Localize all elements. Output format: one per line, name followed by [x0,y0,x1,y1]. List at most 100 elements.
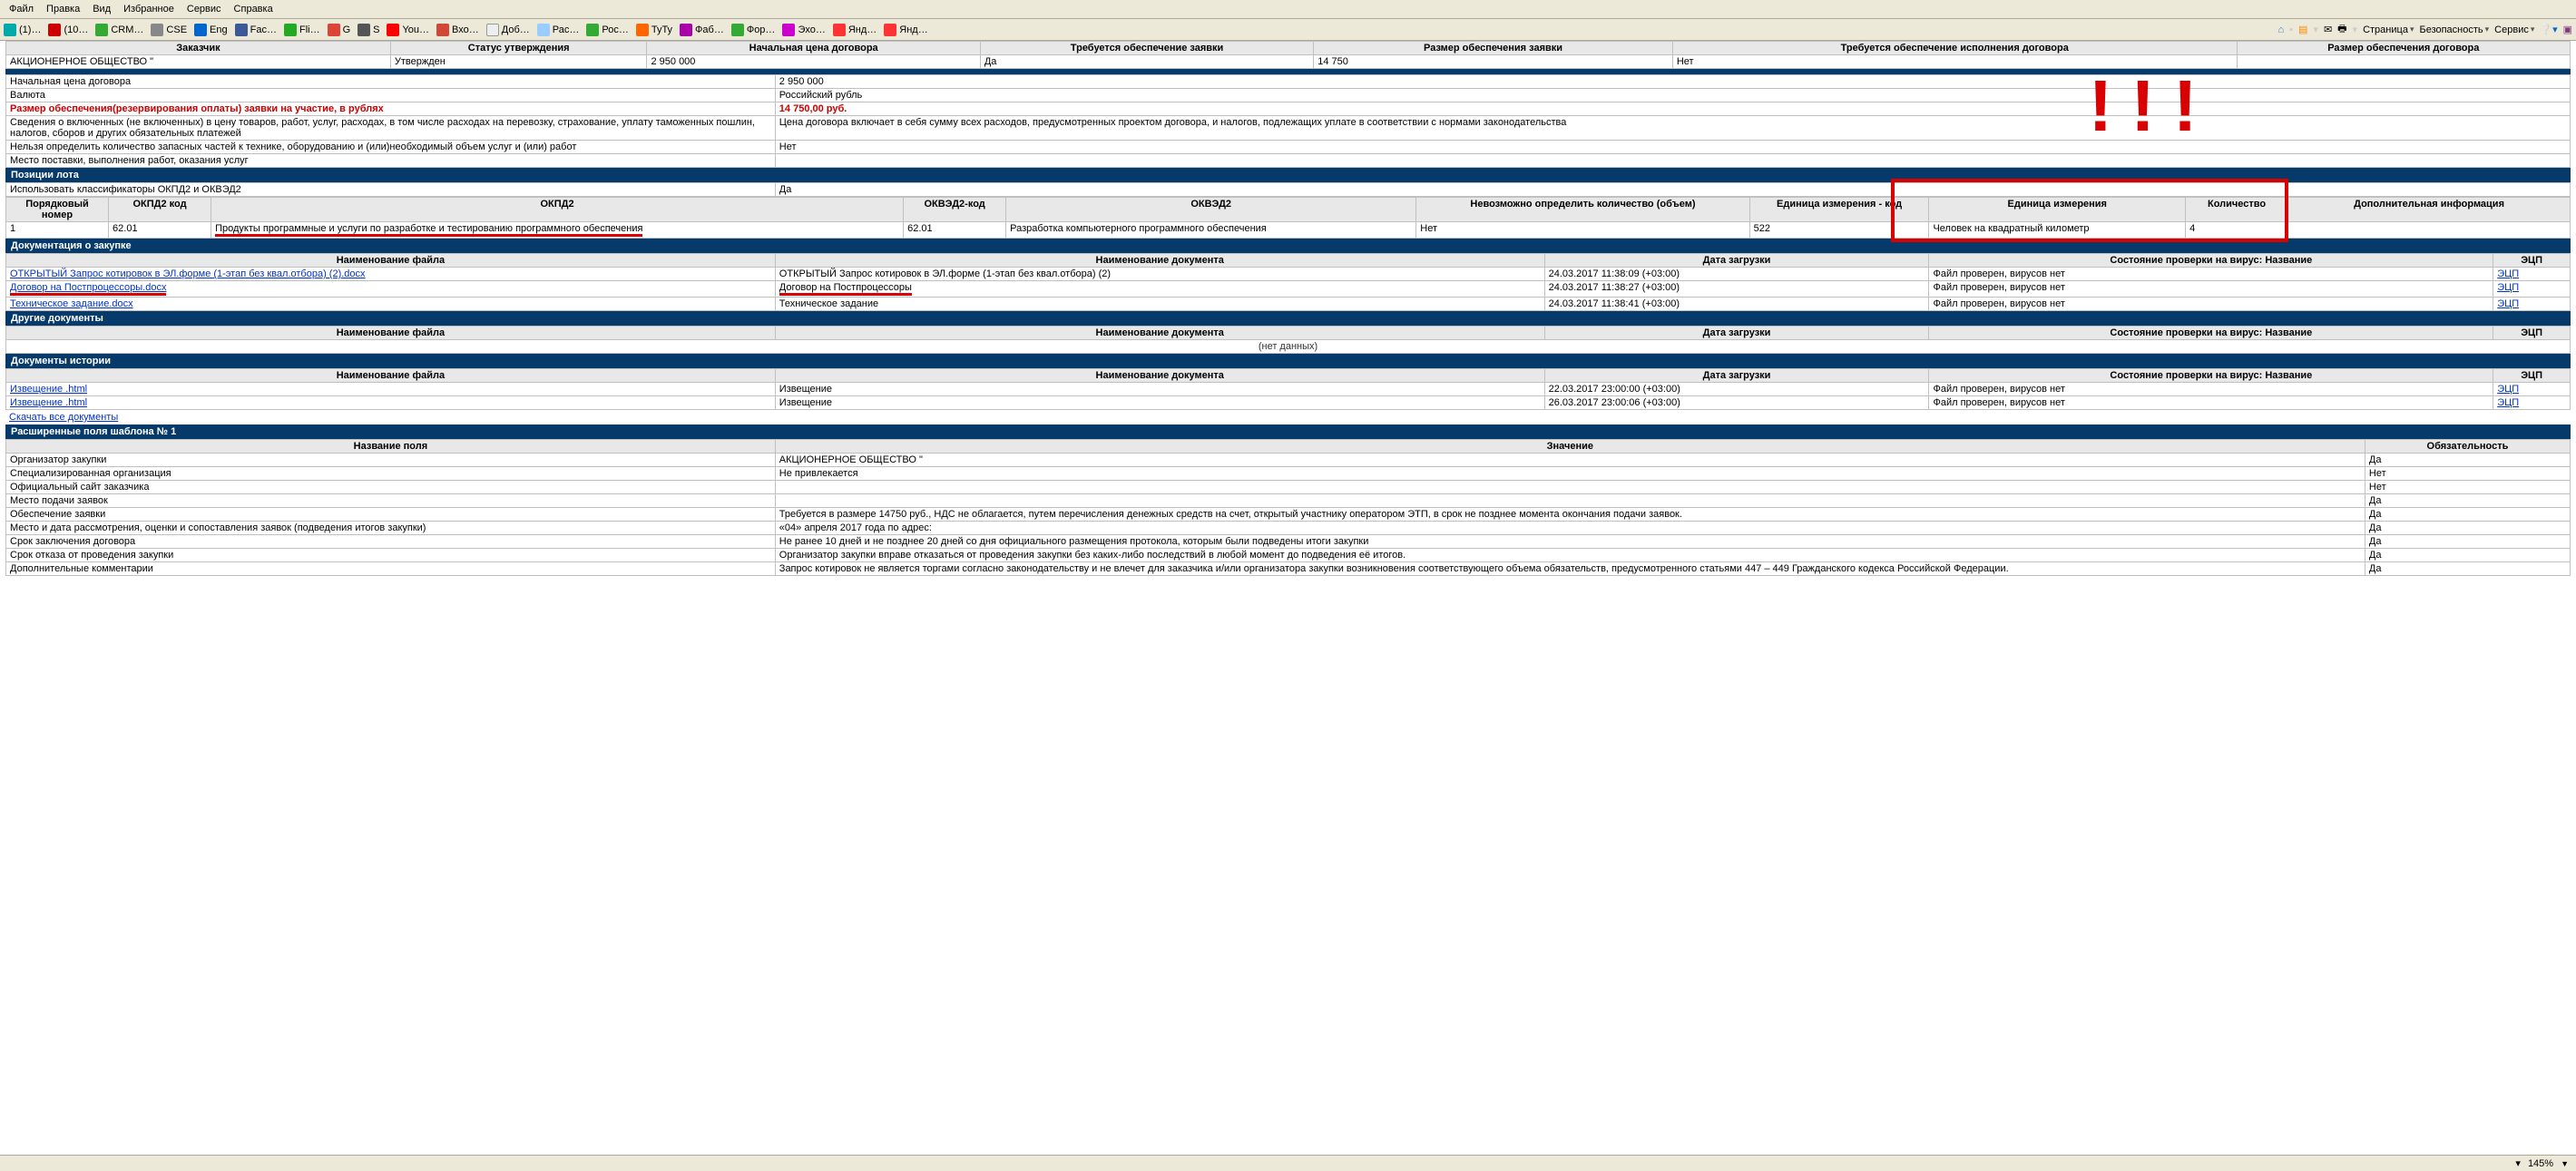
fav-item[interactable]: Янд… [884,24,927,36]
red-1-icon [48,24,61,36]
doc-link[interactable]: Договор на Постпроцессоры.docx [10,282,166,296]
menu-favorites[interactable]: Избранное [118,2,180,16]
details-value: Российский рубль [775,89,2570,102]
forum-icon [731,24,744,36]
lot-col-ord: Порядковый номер [6,198,109,222]
ext-col-required: Обязательность [2365,440,2570,454]
lot-cell-unit-code: 522 [1749,222,1929,239]
menu-view[interactable]: Вид [87,2,116,16]
doc-link[interactable]: Извещение .html [10,384,87,395]
doc-date-cell: 24.03.2017 11:38:27 (+03:00) [1544,281,1929,298]
rss-icon[interactable]: ▤ [2298,24,2307,35]
classifiers-value: Да [775,183,2570,197]
zoom-down-icon[interactable]: ▾ [2515,1157,2521,1169]
lot-col-unit-code: Единица измерения - код [1749,198,1929,222]
cell-bid-sec-req: Да [980,55,1313,69]
fav-item[interactable]: Эхо… [782,24,825,36]
ecp-link[interactable]: ЭЦП [2497,397,2519,408]
details-value [775,154,2570,168]
page-content: Заказчик Статус утверждения Начальная це… [0,41,2576,612]
ext-col-value: Значение [775,440,2365,454]
fav-item[interactable]: Янд… [833,24,877,36]
lot-col-okved2-code: ОКВЭД2-код [904,198,1006,222]
mail-icon[interactable]: ✉ [2324,24,2332,35]
fav-item[interactable]: Доб… [486,24,530,36]
table-row: Место подачи заявокДа [6,494,2571,508]
lot-cell-qty-impossible: Нет [1416,222,1749,239]
fav-item[interactable]: (1)… [4,24,41,36]
tutu-icon [636,24,649,36]
other-no-data: (нет данных) [6,340,2571,354]
fav-item[interactable]: CSE [151,24,187,36]
table-row: Договор на Постпроцессоры.docxДоговор на… [6,281,2571,298]
other-col-filename: Наименование файла [6,327,776,340]
menu-help[interactable]: Справка [229,2,279,16]
ext-field-value: АКЦИОНЕРНОЕ ОБЩЕСТВО " [775,454,2365,467]
security-dropdown[interactable]: Безопасность [2419,24,2489,35]
lot-row: 1 62.01 Продукты программные и услуги по… [6,222,2571,239]
ecp-link[interactable]: ЭЦП [2497,298,2519,309]
fav-item[interactable]: Фаб… [680,24,724,36]
doc-link[interactable]: Извещение .html [10,397,87,408]
fav-item[interactable]: Рас… [537,24,580,36]
fav-item[interactable]: ТуТу [636,24,672,36]
fav-item[interactable]: You… [387,24,429,36]
fav-item[interactable]: (10… [48,24,88,36]
lot-classifiers-table: Использовать классификаторы ОКПД2 и ОКВЭ… [5,182,2571,197]
doc-filename-cell: Техническое задание.docx [6,298,776,311]
fav-item[interactable]: Рос… [586,24,628,36]
fav-item[interactable]: Fli… [284,24,320,36]
ecp-link[interactable]: ЭЦП [2497,384,2519,395]
download-all-link[interactable]: Скачать все документы [9,412,118,423]
menu-service[interactable]: Сервис [181,2,227,16]
page-dropdown[interactable]: Страница [2363,24,2414,35]
doc-virus-cell: Файл проверен, вирусов нет [1929,298,2493,311]
col-contract-sec-req: Требуется обеспечение исполнения договор… [1672,42,2237,55]
doc-ecp-cell: ЭЦП [2493,298,2571,311]
table-row: Место и дата рассмотрения, оценки и сопо… [6,522,2571,535]
hist-col-ecp: ЭЦП [2493,369,2571,383]
fav-item[interactable]: Вхо… [436,24,479,36]
other-col-docname: Наименование документа [775,327,1544,340]
ext-field-name: Обеспечение заявки [6,508,776,522]
hist-filename-cell: Извещение .html [6,396,776,410]
help-icon[interactable]: ❔▾ [2540,24,2557,35]
ecp-link[interactable]: ЭЦП [2497,282,2519,293]
hist-docname-cell: Извещение [775,383,1544,396]
doc-link[interactable]: ОТКРЫТЫЙ Запрос котировок в ЭЛ.форме (1-… [10,268,366,279]
fav-item[interactable]: Фор… [731,24,776,36]
ext-field-value: «04» апреля 2017 года по адрес: [775,522,2365,535]
fav-item[interactable]: Eng [194,24,228,36]
grey-s-icon [358,24,370,36]
table-row: Организатор закупкиАКЦИОНЕРНОЕ ОБЩЕСТВО … [6,454,2571,467]
zoom-indicator[interactable]: 145% [2528,1158,2553,1169]
hist-date-cell: 22.03.2017 23:00:00 (+03:00) [1544,383,1929,396]
onenote-icon[interactable]: ▣ [2563,24,2572,35]
ext-field-value [775,494,2365,508]
ecp-link[interactable]: ЭЦП [2497,268,2519,279]
fav-item[interactable]: CRM… [95,24,143,36]
other-col-date: Дата загрузки [1544,327,1929,340]
fav-item[interactable]: S [358,24,379,36]
docs-table: Наименование файла Наименование документ… [5,253,2571,311]
menu-file[interactable]: Файл [4,2,39,16]
ext-field-name: Дополнительные комментарии [6,562,776,576]
green-f-icon [284,24,297,36]
details-value: 14 750,00 руб. [775,102,2570,116]
table-row: Официальный сайт заказчикаНет [6,481,2571,494]
fav-item[interactable]: Fac… [235,24,277,36]
hist-ecp-cell: ЭЦП [2493,396,2571,410]
lot-col-extra: Дополнительная информация [2288,198,2571,222]
doc-link[interactable]: Техническое задание.docx [10,298,133,309]
ext-field-name: Специализированная организация [6,467,776,481]
details-value: Нет [775,141,2570,154]
docs-col-virus: Состояние проверки на вирус: Название [1929,254,2493,268]
fav-item[interactable]: G [328,24,351,36]
home-icon[interactable]: ⌂ [2277,24,2284,35]
print-icon[interactable]: 🖶 [2337,21,2346,38]
service-dropdown[interactable]: Сервис [2494,24,2534,35]
green-box-icon [95,24,108,36]
ya-icon [884,24,896,36]
menu-edit[interactable]: Правка [41,2,85,16]
lot-cell-extra [2288,222,2571,239]
